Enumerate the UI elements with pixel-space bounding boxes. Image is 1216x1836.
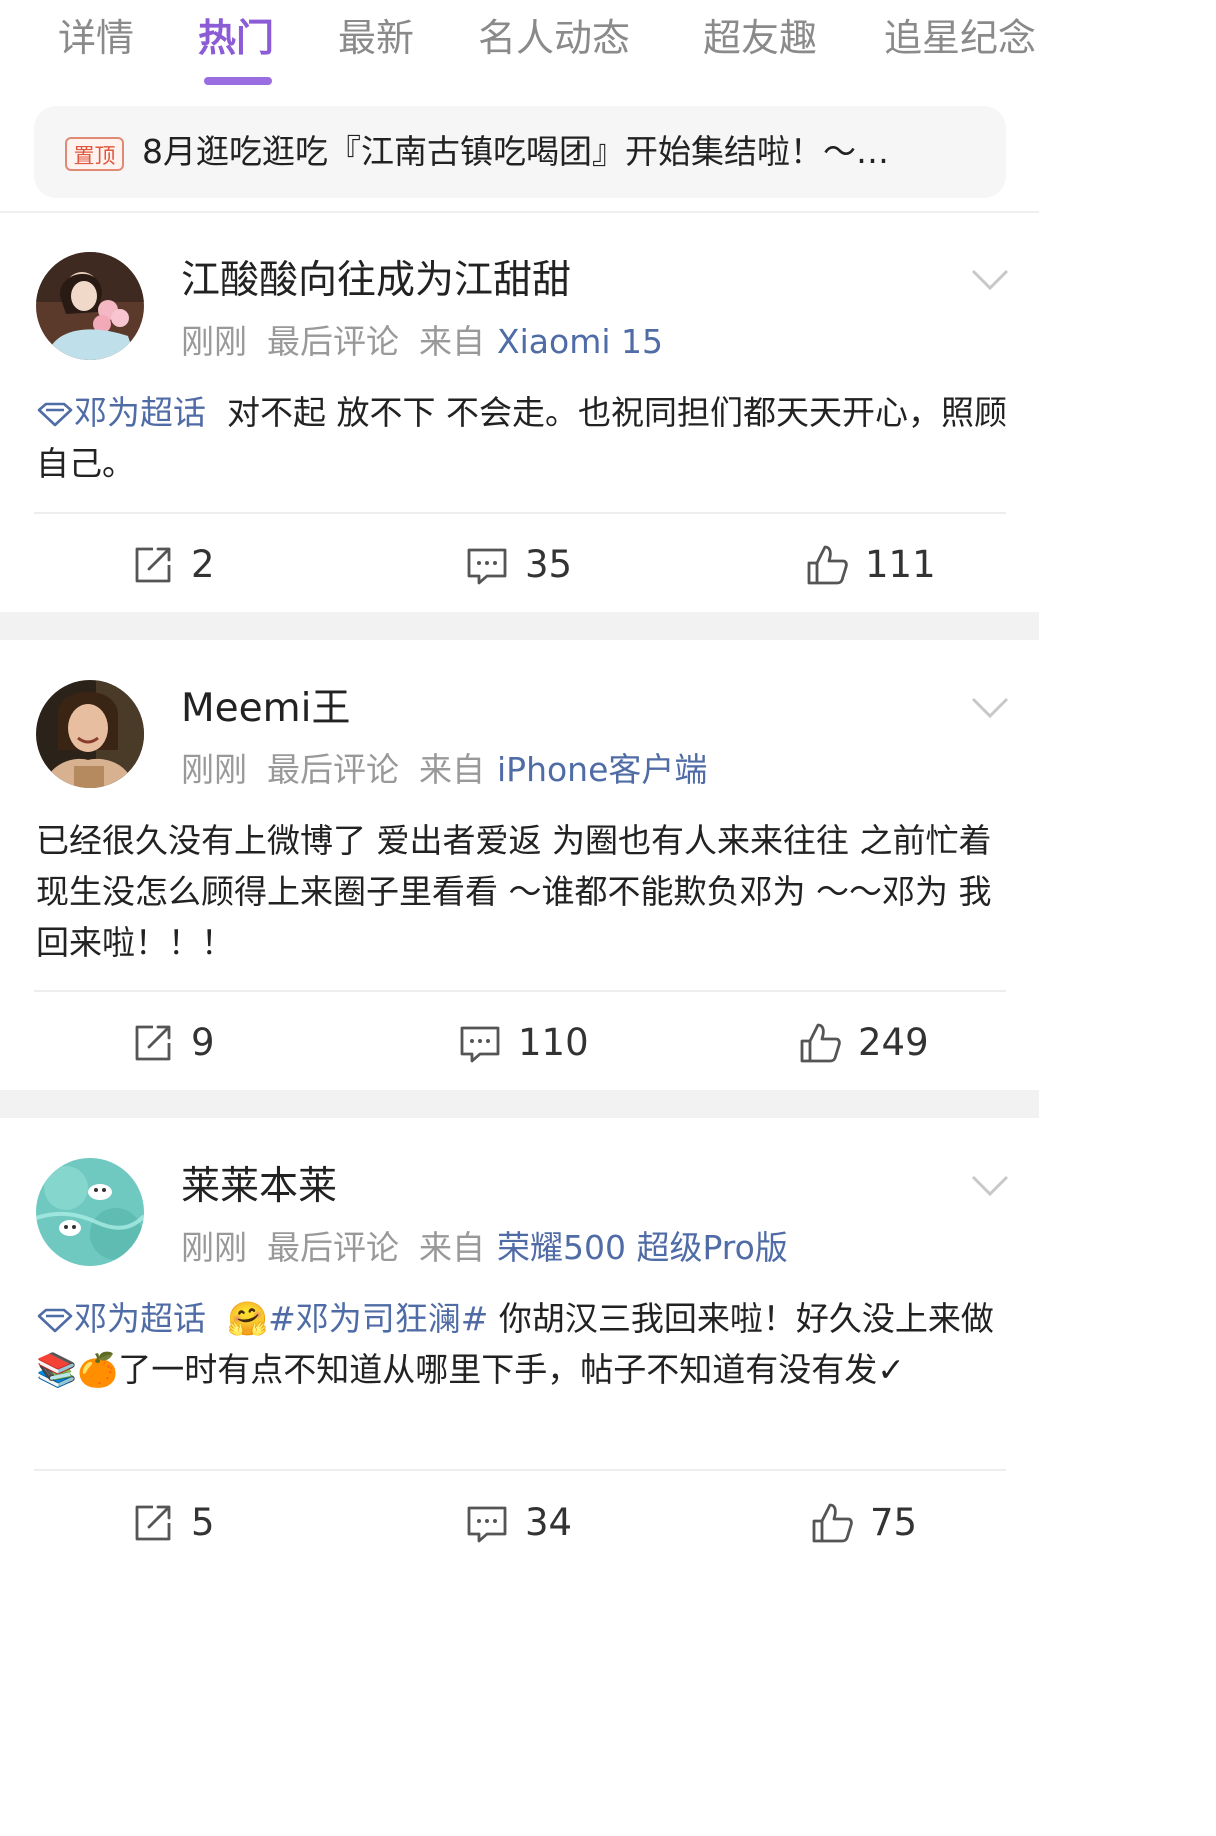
like-button[interactable]: 249 <box>798 1018 929 1068</box>
hug-emoji: 🤗 <box>226 1299 269 1338</box>
post-text: 已经很久没有上微博了 爱出者爱返 为圈也有人来来往往 之前忙着现生没怎么顾得上来… <box>36 821 992 962</box>
post-content: 邓为超话 对不起 放不下 不会走。也祝同担们都天天开心，照顾自己。 <box>36 387 1011 489</box>
comment-count: 110 <box>518 1021 589 1064</box>
channel-tabs: 详情 热门 最新 名人动态 超友趣 追星纪念 <box>0 0 1039 100</box>
comment-button[interactable]: 110 <box>458 1018 589 1068</box>
supertopic-link[interactable]: 邓为超话 <box>36 393 206 432</box>
post-time: 刚刚 <box>181 322 247 361</box>
tab-latest[interactable]: 最新 <box>338 14 414 62</box>
device-label[interactable]: Xiaomi 15 <box>497 322 663 361</box>
repost-count: 9 <box>191 1021 215 1064</box>
like-icon <box>800 1023 841 1063</box>
tab-celebrity-news[interactable]: 名人动态 <box>478 14 630 62</box>
repost-count: 2 <box>191 543 215 586</box>
comment-count: 34 <box>525 1501 573 1544</box>
comment-button[interactable]: 34 <box>465 1498 572 1548</box>
like-button[interactable]: 111 <box>805 540 936 590</box>
last-comment-label: 最后评论 <box>267 1228 399 1267</box>
pinned-badge: 置顶 <box>65 137 124 171</box>
post-text-continued: 了一时有点不知道从哪里下手，帖子不知道有没有发✓ <box>118 1350 905 1389</box>
divider <box>34 990 1006 992</box>
comment-icon <box>467 548 507 585</box>
divider <box>34 512 1006 514</box>
post-meta: 刚刚 最后评论 来自 Xiaomi 15 <box>181 320 683 364</box>
repost-count: 5 <box>191 1501 215 1544</box>
post-separator <box>0 612 1039 640</box>
supertopic-label: 邓为超话 <box>74 393 206 432</box>
username[interactable]: 江酸酸向往成为江甜甜 <box>181 256 571 306</box>
comment-count: 35 <box>525 543 573 586</box>
tab-hot[interactable]: 热门 <box>198 14 274 62</box>
username[interactable]: Meemi王 <box>181 684 350 734</box>
tab-details[interactable]: 详情 <box>58 14 134 62</box>
from-label: 来自 <box>419 1228 485 1267</box>
like-icon <box>807 545 848 585</box>
username[interactable]: 莱莱本莱 <box>181 1162 337 1212</box>
repost-button[interactable]: 2 <box>131 540 215 590</box>
device-label[interactable]: iPhone客户端 <box>497 750 707 789</box>
supertopic-link[interactable]: 邓为超话 <box>36 1299 206 1338</box>
repost-button[interactable]: 9 <box>131 1018 215 1068</box>
like-count: 111 <box>865 543 936 586</box>
comment-button[interactable]: 35 <box>465 540 572 590</box>
from-label: 来自 <box>419 322 485 361</box>
repost-icon <box>135 1505 171 1541</box>
post-time: 刚刚 <box>181 750 247 789</box>
comment-icon <box>460 1026 500 1063</box>
from-label: 来自 <box>419 750 485 789</box>
post-card: 莱莱本莱 刚刚 最后评论 来自 荣耀500 超级Pro版 邓为超话 🤗#邓为司狂澜# … <box>0 1118 1039 1565</box>
chevron-down-icon[interactable] <box>970 267 1010 293</box>
repost-icon <box>135 1025 171 1061</box>
post-text: 你胡汉三我回来啦！好久没上来做 <box>498 1299 994 1338</box>
post-card: 江酸酸向往成为江甜甜 刚刚 最后评论 来自 Xiaomi 15 邓为超话 对不起 放不… <box>0 212 1039 612</box>
supertopic-diamond-icon <box>37 1308 73 1333</box>
avatar[interactable] <box>36 1158 144 1266</box>
chevron-down-icon[interactable] <box>970 1173 1010 1199</box>
repost-button[interactable]: 5 <box>131 1498 215 1548</box>
orange-emoji: 🍊 <box>77 1350 119 1389</box>
post-meta: 刚刚 最后评论 来自 iPhone客户端 <box>181 748 727 792</box>
post-time: 刚刚 <box>181 1228 247 1267</box>
like-count: 249 <box>858 1021 929 1064</box>
repost-icon <box>135 547 171 583</box>
supertopic-label: 邓为超话 <box>74 1299 206 1338</box>
avatar[interactable] <box>36 680 144 788</box>
chevron-down-icon[interactable] <box>970 695 1010 721</box>
like-icon <box>812 1503 853 1543</box>
tab-super-fans-fun[interactable]: 超友趣 <box>703 14 817 62</box>
post-content: 邓为超话 🤗#邓为司狂澜# 你胡汉三我回来啦！好久没上来做 📚🍊了一时有点不知道从… <box>36 1293 1011 1395</box>
books-emoji: 📚 <box>36 1350 78 1389</box>
pinned-post[interactable]: 置顶 8月逛吃逛吃『江南古镇吃喝团』开始集结啦！～… <box>34 106 1006 198</box>
post-meta: 刚刚 最后评论 来自 荣耀500 超级Pro版 <box>181 1226 808 1270</box>
like-button[interactable]: 75 <box>810 1498 917 1548</box>
like-count: 75 <box>870 1501 918 1544</box>
pinned-text: 8月逛吃逛吃『江南古镇吃喝团』开始集结啦！～… <box>142 132 889 171</box>
tab-star-memorial[interactable]: 追星纪念 <box>884 14 1036 62</box>
last-comment-label: 最后评论 <box>267 750 399 789</box>
comment-icon <box>467 1506 507 1543</box>
post-card: Meemi王 刚刚 最后评论 来自 iPhone客户端 已经很久没有上微博了 爱出者爱… <box>0 640 1039 1090</box>
hashtag-link[interactable]: #邓为司狂澜# <box>268 1299 488 1338</box>
supertopic-diamond-icon <box>37 402 73 427</box>
last-comment-label: 最后评论 <box>267 322 399 361</box>
divider <box>34 1469 1006 1471</box>
post-content: 已经很久没有上微博了 爱出者爱返 为圈也有人来来往往 之前忙着现生没怎么顾得上来… <box>36 815 1011 968</box>
avatar[interactable] <box>36 252 144 360</box>
device-label[interactable]: 荣耀500 超级Pro版 <box>497 1228 788 1267</box>
active-tab-indicator <box>204 77 272 85</box>
post-separator <box>0 1090 1039 1118</box>
